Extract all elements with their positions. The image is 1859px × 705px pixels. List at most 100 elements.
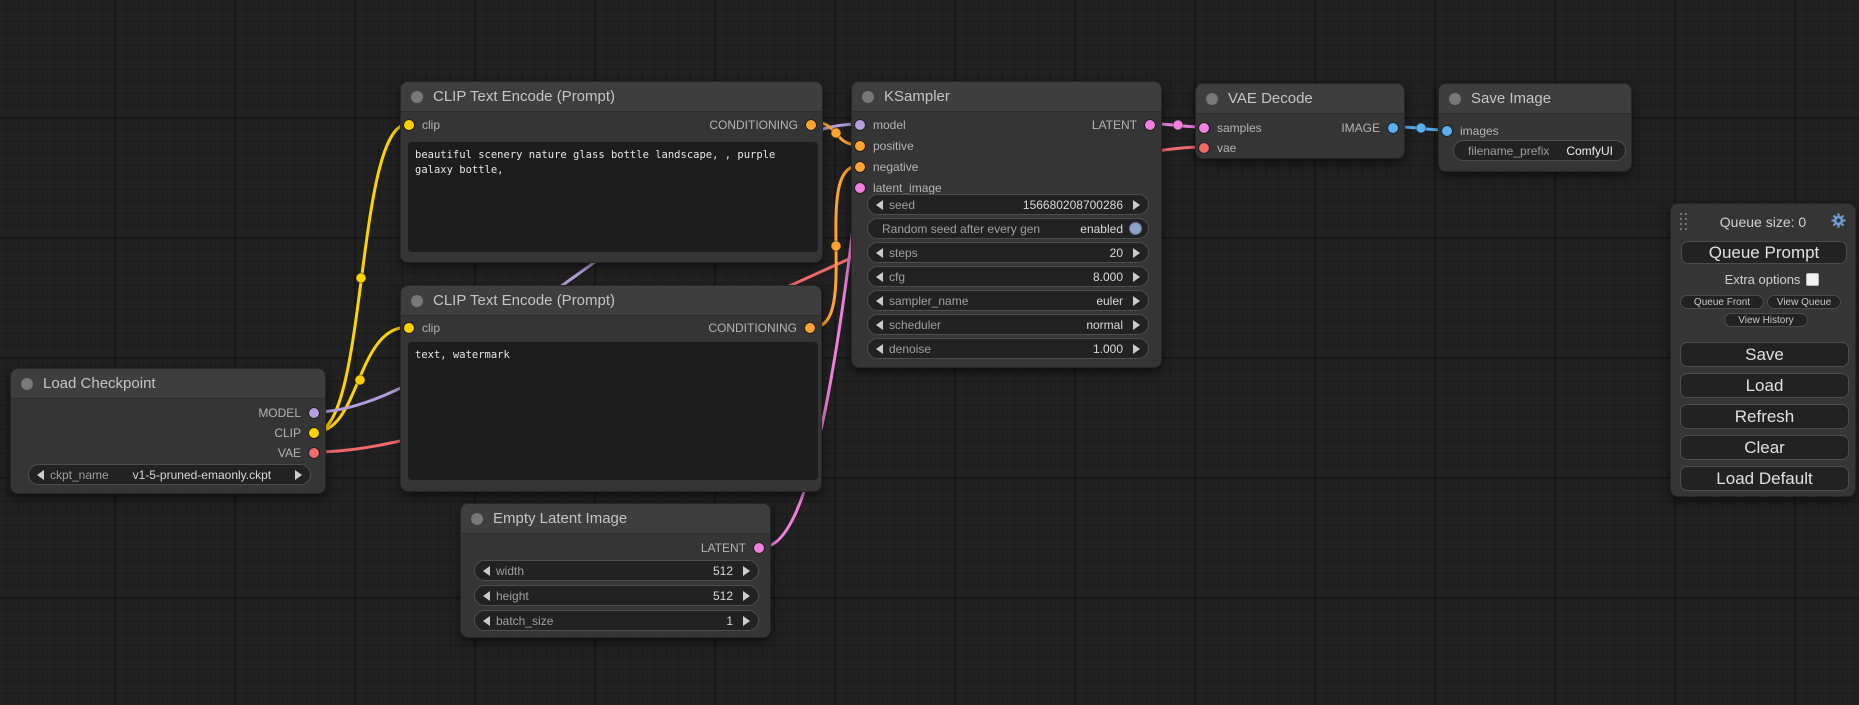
steps-widget[interactable]: steps 20	[867, 242, 1149, 263]
decrement-arrow-icon[interactable]	[483, 616, 490, 626]
latent-image-input-dot[interactable]	[855, 183, 865, 193]
node-title: KSampler	[884, 88, 950, 105]
queue-front-button[interactable]: Queue Front	[1680, 295, 1764, 309]
conditioning-output-dot[interactable]	[806, 120, 816, 130]
node-collapse-dot[interactable]	[471, 513, 483, 525]
clip-input-dot[interactable]	[404, 323, 414, 333]
latent-output-dot[interactable]	[1145, 120, 1155, 130]
image-output-dot[interactable]	[1388, 123, 1398, 133]
node-clip-text-encode-negative[interactable]: CLIP Text Encode (Prompt) clip CONDITION…	[400, 285, 822, 492]
load-default-button[interactable]: Load Default	[1680, 466, 1849, 491]
input-negative: negative	[855, 157, 918, 177]
node-vae-decode[interactable]: VAE Decode samples vae IMAGE	[1195, 83, 1405, 159]
denoise-widget[interactable]: denoise 1.000	[867, 338, 1149, 359]
filename-prefix-widget[interactable]: filename_prefix ComfyUI	[1453, 140, 1626, 161]
next-value-arrow-icon[interactable]	[1133, 296, 1140, 306]
clip-output-dot[interactable]	[309, 428, 319, 438]
prev-value-arrow-icon[interactable]	[876, 320, 883, 330]
width-widget[interactable]: width 512	[474, 560, 759, 581]
node-load-checkpoint[interactable]: Load Checkpoint MODEL CLIP VAE ckpt_name…	[10, 368, 326, 494]
node-title-bar[interactable]: Empty Latent Image	[461, 504, 770, 534]
cfg-widget[interactable]: cfg 8.000	[867, 266, 1149, 287]
node-clip-text-encode-positive[interactable]: CLIP Text Encode (Prompt) clip CONDITION…	[400, 81, 823, 263]
batch-size-widget[interactable]: batch_size 1	[474, 610, 759, 631]
output-image: IMAGE	[1341, 118, 1398, 138]
input-model: model	[855, 115, 906, 135]
clip-input-dot[interactable]	[404, 120, 414, 130]
scheduler-value: normal	[1086, 318, 1123, 332]
decrement-arrow-icon[interactable]	[483, 591, 490, 601]
images-input-dot[interactable]	[1442, 126, 1452, 136]
clear-button[interactable]: Clear	[1680, 435, 1849, 460]
batch-size-value: 1	[726, 614, 733, 628]
ckpt-name-widget[interactable]: ckpt_name v1-5-pruned-emaonly.ckpt	[28, 464, 311, 485]
latent-output-dot[interactable]	[754, 543, 764, 553]
increment-arrow-icon[interactable]	[1133, 272, 1140, 282]
negative-prompt-textarea[interactable]: text, watermark	[408, 342, 818, 480]
node-title-bar[interactable]: VAE Decode	[1196, 84, 1404, 114]
node-title-bar[interactable]: Save Image	[1439, 84, 1631, 114]
node-collapse-dot[interactable]	[411, 91, 423, 103]
random-seed-widget[interactable]: Random seed after every gen enabled	[867, 218, 1149, 239]
increment-arrow-icon[interactable]	[743, 566, 750, 576]
extra-options-checkbox[interactable]	[1806, 273, 1819, 286]
decrement-arrow-icon[interactable]	[483, 566, 490, 576]
refresh-button[interactable]: Refresh	[1680, 404, 1849, 429]
node-collapse-dot[interactable]	[411, 295, 423, 307]
decrement-arrow-icon[interactable]	[876, 200, 883, 210]
load-button[interactable]: Load	[1680, 373, 1849, 398]
settings-gear-icon[interactable]	[1830, 212, 1847, 229]
node-collapse-dot[interactable]	[1449, 93, 1461, 105]
samples-input-dot[interactable]	[1199, 123, 1209, 133]
node-empty-latent-image[interactable]: Empty Latent Image LATENT width 512 heig…	[460, 503, 771, 638]
node-collapse-dot[interactable]	[21, 378, 33, 390]
node-ksampler[interactable]: KSampler model positive negative latent_…	[851, 81, 1162, 368]
negative-input-dot[interactable]	[855, 162, 865, 172]
node-collapse-dot[interactable]	[1206, 93, 1218, 105]
seed-widget[interactable]: seed 156680208700286	[867, 194, 1149, 215]
node-collapse-dot[interactable]	[862, 91, 874, 103]
node-title-bar[interactable]: CLIP Text Encode (Prompt)	[401, 82, 822, 112]
increment-arrow-icon[interactable]	[1133, 200, 1140, 210]
increment-arrow-icon[interactable]	[1133, 248, 1140, 258]
scheduler-widget[interactable]: scheduler normal	[867, 314, 1149, 335]
prev-value-arrow-icon[interactable]	[37, 470, 44, 480]
view-history-button[interactable]: View History	[1724, 313, 1808, 327]
decrement-arrow-icon[interactable]	[876, 344, 883, 354]
height-value: 512	[713, 589, 733, 603]
decrement-arrow-icon[interactable]	[876, 272, 883, 282]
view-queue-button[interactable]: View Queue	[1767, 295, 1841, 309]
link-midpoint-dot	[355, 375, 365, 385]
model-output-dot[interactable]	[309, 408, 319, 418]
vae-output-dot[interactable]	[309, 448, 319, 458]
node-title: VAE Decode	[1228, 90, 1313, 107]
toggle-knob[interactable]	[1129, 222, 1142, 235]
prev-value-arrow-icon[interactable]	[876, 296, 883, 306]
conditioning-output-dot[interactable]	[805, 323, 815, 333]
increment-arrow-icon[interactable]	[743, 591, 750, 601]
height-widget[interactable]: height 512	[474, 585, 759, 606]
next-value-arrow-icon[interactable]	[1133, 320, 1140, 330]
queue-panel: Queue size: 0 Queue Prompt Extra options…	[1670, 203, 1856, 497]
node-title-bar[interactable]: CLIP Text Encode (Prompt)	[401, 286, 821, 316]
output-vae: VAE	[278, 443, 319, 463]
decrement-arrow-icon[interactable]	[876, 248, 883, 258]
positive-input-dot[interactable]	[855, 141, 865, 151]
next-value-arrow-icon[interactable]	[295, 470, 302, 480]
save-button[interactable]: Save	[1680, 342, 1849, 367]
increment-arrow-icon[interactable]	[1133, 344, 1140, 354]
input-clip: clip	[404, 318, 440, 338]
queue-prompt-button[interactable]: Queue Prompt	[1681, 241, 1847, 264]
node-title-bar[interactable]: Load Checkpoint	[11, 369, 325, 399]
increment-arrow-icon[interactable]	[743, 616, 750, 626]
vae-input-dot[interactable]	[1199, 143, 1209, 153]
node-save-image[interactable]: Save Image images filename_prefix ComfyU…	[1438, 83, 1632, 172]
input-samples: samples	[1199, 118, 1262, 138]
node-title-bar[interactable]: KSampler	[852, 82, 1161, 112]
sampler-name-widget[interactable]: sampler_name euler	[867, 290, 1149, 311]
link-midpoint-dot	[1416, 123, 1426, 133]
input-clip: clip	[404, 115, 440, 135]
positive-prompt-textarea[interactable]: beautiful scenery nature glass bottle la…	[408, 142, 818, 252]
node-title: Save Image	[1471, 90, 1551, 107]
model-input-dot[interactable]	[855, 120, 865, 130]
